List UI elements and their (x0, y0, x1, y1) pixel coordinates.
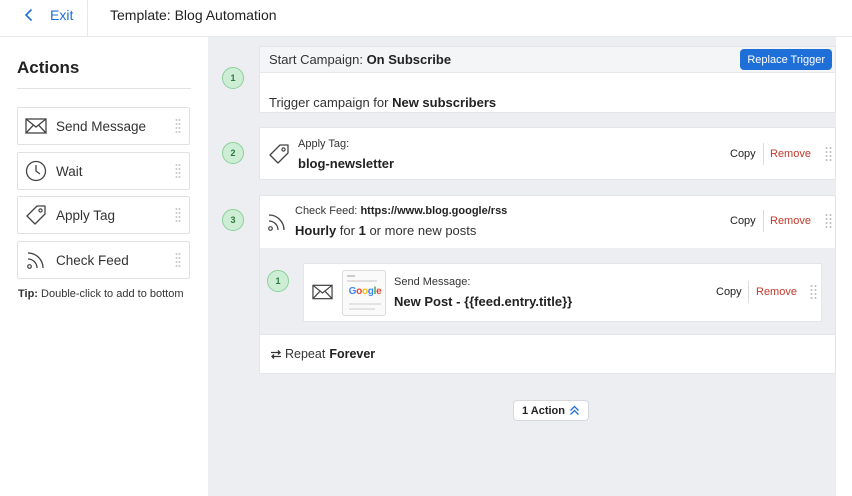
step-number-badge: 2 (222, 142, 244, 164)
feed-url: https://www.blog.google/rss (360, 205, 508, 217)
trigger-description: Trigger campaign for New subscribers (269, 95, 496, 110)
action-divider (763, 143, 764, 165)
message-subject: New Post - {{feed.entry.title}} (394, 294, 573, 309)
repeat-icon (271, 349, 281, 359)
remove-button[interactable]: Remove (756, 286, 797, 298)
action-item-check-feed[interactable]: Check Feed (17, 241, 190, 279)
drag-handle-icon (175, 164, 181, 178)
action-count-label: 1 Action (522, 404, 565, 417)
exit-button[interactable]: Exit (22, 6, 73, 24)
check-feed-label: Check Feed: https://www.blog.google/rss (295, 205, 507, 217)
exit-label: Exit (50, 7, 74, 23)
header-divider (87, 0, 88, 37)
collapse-actions-button[interactable]: 1 Action (513, 400, 589, 421)
drag-handle-icon (175, 208, 181, 222)
trigger-description-prefix: Trigger campaign for (269, 95, 389, 110)
replace-trigger-button[interactable]: Replace Trigger (740, 49, 832, 70)
drag-handle-icon (175, 119, 181, 133)
start-campaign-prefix: Start Campaign: (269, 52, 363, 67)
action-item-apply-tag[interactable]: Apply Tag (17, 196, 190, 234)
tag-icon (269, 144, 289, 164)
feed-count: 1 (358, 223, 366, 238)
top-bar: Exit Template: Blog Automation (0, 0, 852, 37)
send-message-label: Send Message: (394, 276, 471, 288)
action-item-send-message[interactable]: Send Message (17, 107, 190, 145)
start-campaign-label: Start Campaign: On Subscribe (269, 52, 451, 67)
tip-text: Tip: Double-click to add to bottom (18, 288, 184, 300)
check-feed-step-card[interactable]: Check Feed: https://www.blog.google/rss … (259, 195, 836, 374)
tip-body: Double-click to add to bottom (41, 288, 184, 300)
actions-divider (17, 88, 191, 89)
feed-frequency: Hourly (295, 223, 337, 238)
message-preview-thumbnail: Google (342, 270, 386, 316)
tip-label: Tip: (18, 288, 38, 300)
rss-icon (268, 214, 285, 231)
check-feed-prefix: Check Feed: (295, 205, 358, 217)
repeat-prefix: Repeat (285, 347, 326, 361)
chevron-left-icon (24, 8, 33, 22)
feed-for-text: for (339, 223, 355, 238)
apply-tag-label: Apply Tag: (298, 138, 350, 150)
action-item-label: Send Message (56, 118, 147, 134)
action-item-label: Wait (56, 163, 83, 179)
double-chevron-up-icon (570, 405, 579, 415)
action-item-label: Apply Tag (56, 207, 116, 223)
tag-icon (25, 204, 47, 226)
envelope-icon (312, 284, 333, 300)
actions-heading: Actions (17, 58, 80, 77)
drag-handle-icon[interactable] (810, 284, 817, 300)
nested-step-number-badge: 1 (267, 270, 289, 292)
envelope-icon (25, 115, 47, 137)
template-title: Template: Blog Automation (110, 7, 277, 23)
copy-button[interactable]: Copy (730, 215, 756, 227)
action-divider (748, 281, 749, 303)
nested-actions-area: 1 Google Send Message: New Post - {{feed… (260, 248, 835, 334)
remove-button[interactable]: Remove (770, 215, 811, 227)
repeat-value: Forever (329, 347, 376, 361)
feed-more-text: or more new posts (369, 223, 477, 238)
start-campaign-card[interactable]: Start Campaign: On Subscribe Replace Tri… (259, 46, 836, 113)
remove-button[interactable]: Remove (770, 148, 811, 160)
action-item-label: Check Feed (56, 252, 129, 268)
actions-sidebar: Actions Send Message Wait Apply Tag Chec… (0, 37, 208, 496)
start-campaign-trigger: On Subscribe (366, 52, 452, 67)
step-number-badge: 1 (222, 67, 244, 89)
drag-handle-icon (175, 253, 181, 267)
apply-tag-step-card[interactable]: Apply Tag: blog-newsletter Copy Remove (259, 127, 836, 180)
right-scroll-strip (836, 37, 852, 496)
drag-handle-icon[interactable] (825, 146, 832, 162)
repeat-footer[interactable]: Repeat Forever (260, 334, 835, 373)
action-divider (763, 210, 764, 232)
action-item-wait[interactable]: Wait (17, 152, 190, 190)
clock-icon (25, 160, 47, 182)
start-campaign-header: Start Campaign: On Subscribe Replace Tri… (260, 47, 835, 73)
repeat-setting: Repeat Forever (270, 347, 375, 361)
send-message-step-card[interactable]: Google Send Message: New Post - {{feed.e… (303, 263, 822, 322)
flow-canvas: 1 Start Campaign: On Subscribe Replace T… (208, 37, 836, 496)
rss-icon (25, 249, 47, 271)
copy-button[interactable]: Copy (716, 286, 742, 298)
trigger-description-value: New subscribers (392, 95, 497, 110)
tag-name: blog-newsletter (298, 156, 395, 171)
google-logo: Google (348, 286, 382, 297)
copy-button[interactable]: Copy (730, 148, 756, 160)
step-number-badge: 3 (222, 209, 244, 231)
drag-handle-icon[interactable] (825, 213, 832, 229)
check-feed-schedule: Hourly for 1 or more new posts (295, 223, 476, 238)
